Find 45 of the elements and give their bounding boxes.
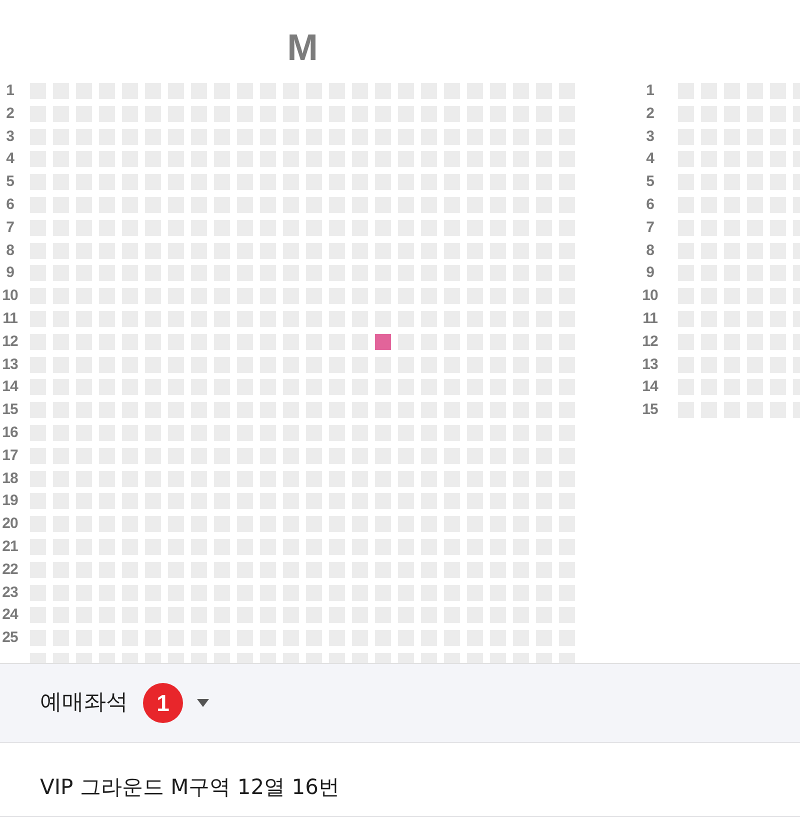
selected-seat-item: VIP 그라운드 M구역 12열 16번 (0, 743, 800, 817)
row-number: 5 (5, 174, 15, 190)
row-number: 2 (5, 106, 15, 122)
row-number: 19 (1, 493, 19, 510)
row-number: 23 (1, 584, 19, 601)
row-number: 10 (641, 288, 659, 304)
row-number: 16 (1, 424, 19, 441)
caret-icon (197, 699, 209, 707)
row-number: 6 (645, 196, 655, 213)
row-number: 9 (645, 265, 655, 282)
row-number: 4 (5, 151, 16, 168)
row-number: 13 (641, 356, 659, 373)
row-number: 20 (1, 516, 19, 532)
row-number: 8 (5, 242, 15, 259)
row-number: 5 (645, 174, 655, 190)
row-number: 1 (645, 83, 655, 99)
row-number: 7 (5, 220, 15, 236)
row-number: 15 (1, 402, 19, 418)
row-number: 24 (1, 607, 20, 624)
row-number: 10 (1, 288, 19, 304)
row-number: 22 (1, 562, 19, 578)
selected-seats-toggle[interactable]: 예매좌석 1 (0, 664, 800, 743)
row-number: 25 (1, 630, 19, 646)
row-number: 21 (1, 538, 19, 555)
row-number: 11 (2, 310, 18, 327)
row-number: 18 (1, 470, 19, 487)
row-number: 4 (645, 151, 656, 168)
row-number: 11 (642, 310, 658, 327)
section-label: M (287, 28, 318, 68)
row-number: 9 (5, 265, 15, 282)
row-number: 14 (641, 379, 660, 396)
row-number: 3 (5, 128, 15, 145)
row-number: 15 (641, 402, 659, 418)
row-number: 13 (1, 356, 19, 373)
row-number: 6 (5, 196, 15, 213)
row-number: 2 (645, 106, 655, 122)
row-number: 17 (1, 448, 19, 464)
count-badge: 1 (143, 683, 183, 723)
row-number: 1 (5, 83, 15, 99)
row-number: 3 (645, 128, 655, 145)
row-number: 7 (645, 220, 655, 236)
row-number: 12 (1, 334, 19, 350)
row-number: 8 (645, 242, 655, 259)
row-number: 14 (1, 379, 20, 396)
row-number: 12 (641, 334, 659, 350)
